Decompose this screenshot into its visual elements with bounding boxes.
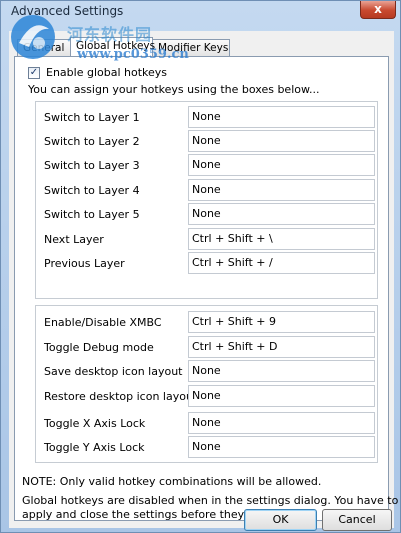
hotkey-label: Enable/Disable XMBC [44, 316, 162, 329]
hotkey-label: Switch to Layer 1 [44, 111, 140, 124]
global-hotkeys-page: ✓ Enable global hotkeys You can assign y… [14, 56, 398, 521]
hotkey-row: Toggle Y Axis Lock None [36, 436, 379, 458]
tab-global-hotkeys[interactable]: Global Hotkeys [70, 37, 155, 57]
tab-general[interactable]: General [17, 39, 71, 56]
hotkey-row: Next Layer Ctrl + Shift + \ [36, 228, 379, 250]
hotkey-field[interactable]: Ctrl + Shift + D [188, 336, 375, 358]
cancel-button[interactable]: Cancel [322, 509, 392, 531]
hotkey-field[interactable]: Ctrl + Shift + \ [188, 228, 375, 250]
intro-text: You can assign your hotkeys using the bo… [28, 83, 320, 96]
enable-global-hotkeys-checkbox[interactable]: ✓ [28, 67, 40, 79]
tab-strip: General Modifier Keys Global Hotkeys [11, 37, 391, 57]
hotkey-label: Previous Layer [44, 257, 125, 270]
hotkey-field[interactable]: None [188, 360, 375, 382]
hotkey-row: Previous Layer Ctrl + Shift + / [36, 252, 379, 274]
hotkey-label: Switch to Layer 5 [44, 208, 140, 221]
hotkey-row: Switch to Layer 1 None [36, 106, 379, 128]
hotkey-field[interactable]: Ctrl + Shift + / [188, 252, 375, 274]
hotkey-field[interactable]: None [188, 154, 375, 176]
close-button[interactable]: x [360, 1, 396, 19]
hotkey-row: Save desktop icon layout None [36, 360, 379, 382]
hotkey-field[interactable]: None [188, 203, 375, 225]
hotkey-row: Enable/Disable XMBC Ctrl + Shift + 9 [36, 311, 379, 333]
note-text: NOTE: Only valid hotkey combinations wil… [22, 475, 322, 488]
hotkey-row: Switch to Layer 4 None [36, 179, 379, 201]
title-bar: Advanced Settings x [1, 1, 401, 23]
hotkey-label: Switch to Layer 2 [44, 135, 140, 148]
dialog-client-area: General Modifier Keys Global Hotkeys ✓ E… [9, 31, 398, 531]
hotkey-row: Restore desktop icon layout None [36, 385, 379, 407]
hotkey-label: Restore desktop icon layout [44, 390, 198, 403]
hotkey-row: Switch to Layer 2 None [36, 130, 379, 152]
layer-hotkeys-group: Switch to Layer 1 None Switch to Layer 2… [35, 101, 378, 299]
hotkey-field[interactable]: None [188, 179, 375, 201]
hotkey-field[interactable]: None [188, 130, 375, 152]
hotkey-field[interactable]: None [188, 412, 375, 434]
hotkey-field[interactable]: Ctrl + Shift + 9 [188, 311, 375, 333]
hotkey-field[interactable]: None [188, 385, 375, 407]
hotkey-label: Switch to Layer 4 [44, 184, 140, 197]
misc-hotkeys-group: Enable/Disable XMBC Ctrl + Shift + 9 Tog… [35, 305, 378, 463]
hotkey-row: Toggle Debug mode Ctrl + Shift + D [36, 336, 379, 358]
hotkey-field[interactable]: None [188, 436, 375, 458]
hotkey-label: Toggle X Axis Lock [44, 417, 146, 430]
hotkey-label: Save desktop icon layout [44, 365, 183, 378]
hotkey-label: Next Layer [44, 233, 104, 246]
hotkey-row: Switch to Layer 5 None [36, 203, 379, 225]
ok-button[interactable]: OK [244, 509, 317, 531]
advanced-settings-window: Advanced Settings x General Modifier Key… [0, 0, 401, 533]
tab-modifier-keys[interactable]: Modifier Keys [152, 39, 230, 56]
hotkey-label: Switch to Layer 3 [44, 159, 140, 172]
hotkey-label: Toggle Y Axis Lock [44, 441, 145, 454]
enable-global-hotkeys-label: Enable global hotkeys [46, 66, 168, 79]
hotkey-label: Toggle Debug mode [44, 341, 154, 354]
info-text-line1: Global hotkeys are disabled when in the … [22, 494, 399, 507]
hotkey-row: Switch to Layer 3 None [36, 154, 379, 176]
window-title: Advanced Settings [11, 4, 124, 18]
hotkey-row: Toggle X Axis Lock None [36, 412, 379, 434]
hotkey-field[interactable]: None [188, 106, 375, 128]
